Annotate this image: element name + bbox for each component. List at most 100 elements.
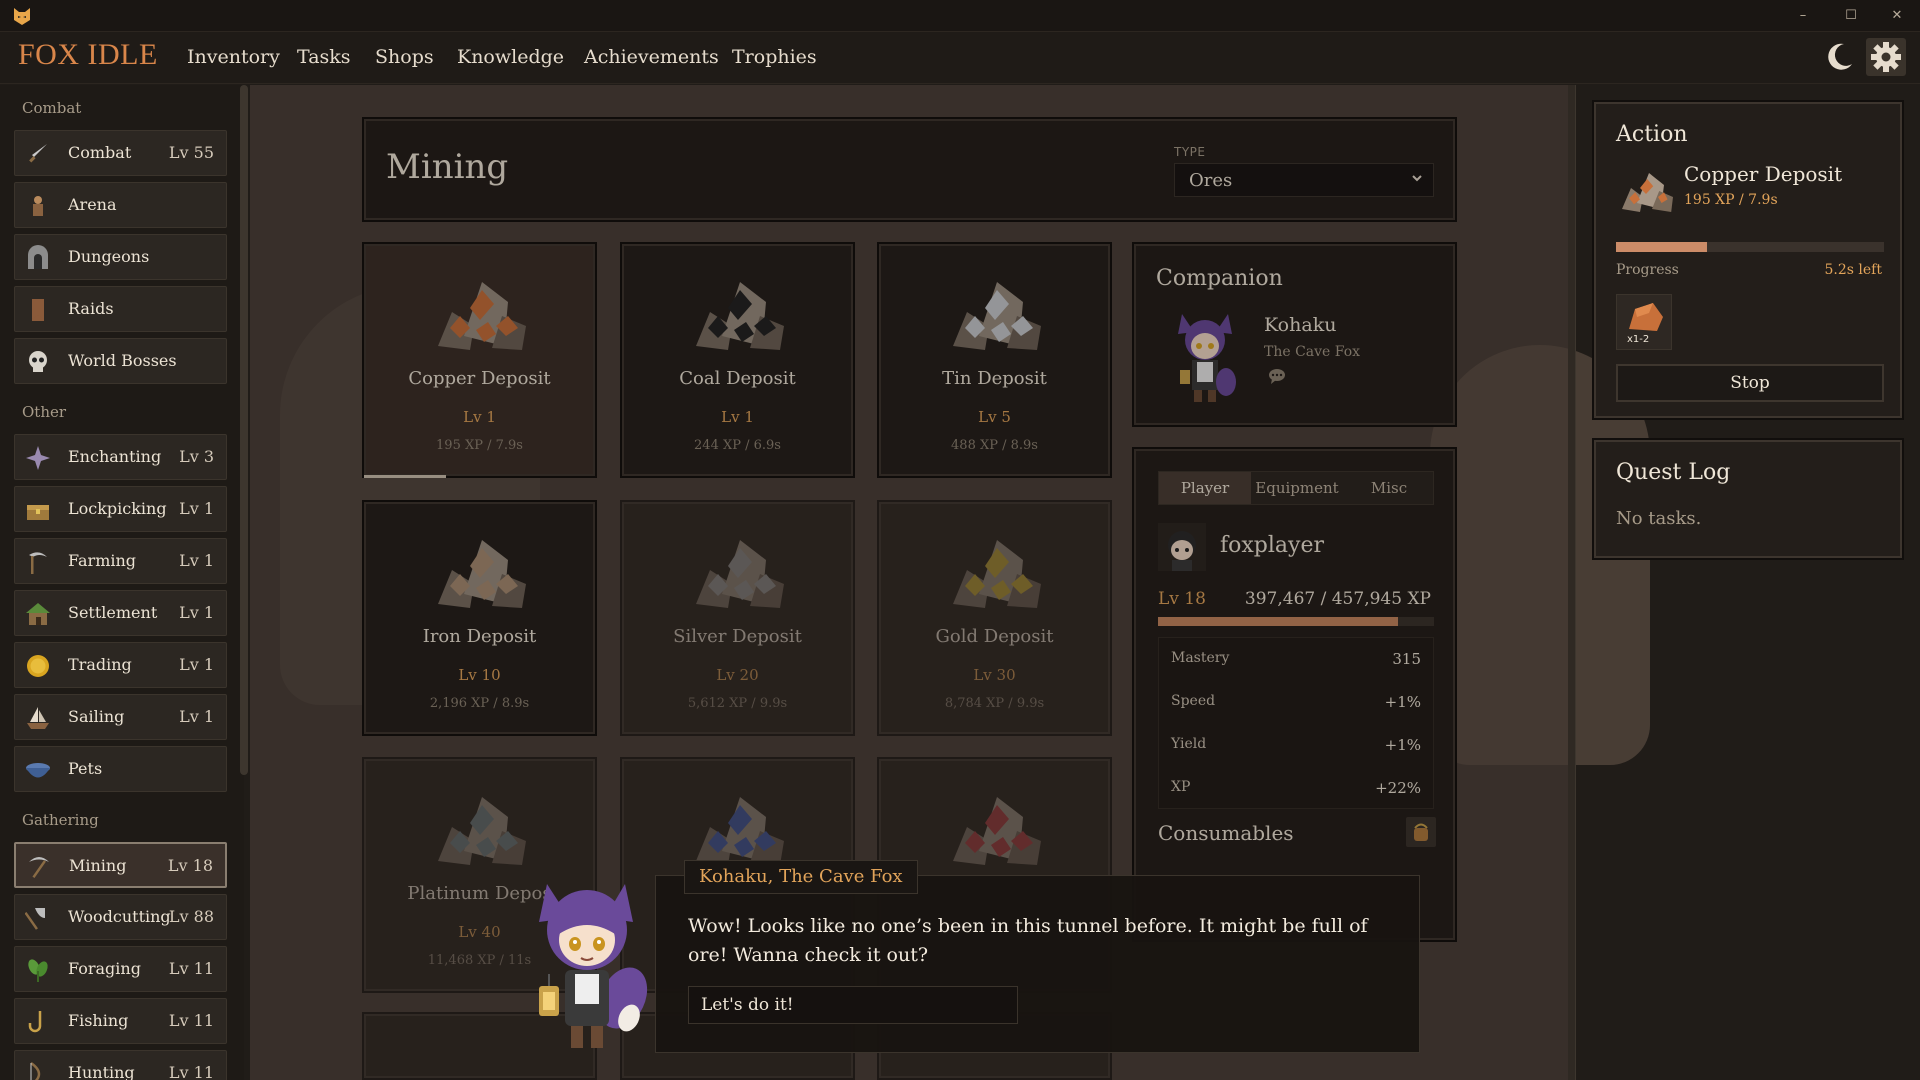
skull-icon — [29, 351, 47, 372]
minimize-button[interactable]: – — [1786, 4, 1820, 28]
sidebar-item-arena[interactable]: Arena — [14, 182, 227, 228]
dialog-box: Wow! Looks like no one’s been in this tu… — [655, 875, 1420, 1053]
sidebar-item-label: Hunting — [68, 1063, 135, 1080]
sidebar-item-foraging[interactable]: Foraging Lv 11 — [14, 946, 227, 992]
sidebar-item-level: Lv 11 — [168, 1063, 214, 1080]
app-logo[interactable]: FOX IDLE — [18, 38, 158, 72]
action-panel: Action Copper Deposit 195 XP / 7.9s Prog… — [1592, 100, 1904, 420]
sidebar-item-level: Lv 1 — [179, 551, 214, 570]
nav-inventory[interactable]: Inventory — [187, 46, 280, 68]
sidebar-item-level: Lv 88 — [168, 907, 214, 926]
scythe-icon — [29, 552, 47, 574]
sidebar-item-world-bosses[interactable]: World Bosses — [14, 338, 227, 384]
sidebar-item-label: Foraging — [68, 959, 141, 978]
dialog-confirm-button[interactable]: Let's do it! — [688, 986, 1018, 1024]
sidebar-item-label: Settlement — [68, 603, 158, 622]
sidebar-item-label: Fishing — [68, 1011, 129, 1030]
sword-icon — [29, 144, 47, 163]
sidebar-item-label: Sailing — [68, 707, 125, 726]
sidebar-item-label: Pets — [68, 759, 103, 778]
action-name: Copper Deposit — [1684, 162, 1843, 186]
chest-icon — [27, 505, 49, 520]
sidebar-item-level: Lv 3 — [179, 447, 214, 466]
sidebar-item-sailing[interactable]: Sailing Lv 1 — [14, 694, 227, 740]
copper-ore-icon — [1622, 173, 1673, 212]
sidebar-item-label: Lockpicking — [68, 499, 167, 518]
nav-achievements[interactable]: Achievements — [584, 46, 719, 68]
moon-icon[interactable] — [1822, 40, 1856, 74]
sidebar-section-combat: Combat — [22, 99, 82, 117]
sidebar-item-level: Lv 11 — [168, 959, 214, 978]
dialog-speaker: Kohaku, The Cave Fox — [684, 860, 918, 894]
hook-icon — [28, 1011, 42, 1033]
pet-bowl-icon — [26, 763, 50, 778]
sidebar-item-pets[interactable]: Pets — [14, 746, 227, 792]
sidebar-item-farming[interactable]: Farming Lv 1 — [14, 538, 227, 584]
drop-quantity: x1-2 — [1627, 334, 1650, 345]
sidebar-item-level: Lv 18 — [167, 856, 213, 875]
top-navigation: FOX IDLE Inventory Tasks Shops Knowledge… — [0, 32, 1920, 84]
sidebar-item-settlement[interactable]: Settlement Lv 1 — [14, 590, 227, 636]
gear-icon — [1871, 42, 1901, 72]
sidebar-item-fishing[interactable]: Fishing Lv 11 — [14, 998, 227, 1044]
enchant-icon — [26, 446, 50, 470]
fox-app-icon — [14, 8, 30, 25]
coin-icon — [27, 655, 49, 677]
sidebar-item-level: Lv 1 — [179, 603, 214, 622]
sidebar-item-level: Lv 1 — [179, 707, 214, 726]
arena-icon — [33, 196, 43, 216]
sidebar-item-trading[interactable]: Trading Lv 1 — [14, 642, 227, 688]
quest-log-panel: Quest Log No tasks. — [1592, 438, 1904, 560]
nav-tasks[interactable]: Tasks — [297, 46, 351, 68]
settings-button[interactable] — [1866, 38, 1906, 76]
quest-log-title: Quest Log — [1616, 460, 1731, 485]
sidebar-item-label: Woodcutting — [68, 907, 171, 926]
nav-knowledge[interactable]: Knowledge — [457, 46, 564, 68]
sidebar-item-label: Farming — [68, 551, 137, 570]
sidebar-item-hunting[interactable]: Hunting Lv 11 — [14, 1050, 227, 1080]
action-progress-fill — [1616, 242, 1708, 252]
sidebar-section-other: Other — [22, 403, 67, 421]
close-window-button[interactable]: ✕ — [1880, 4, 1914, 28]
sidebar-item-label: Trading — [68, 655, 132, 674]
sidebar-item-level: Lv 55 — [168, 143, 214, 162]
sidebar-item-dungeons[interactable]: Dungeons — [14, 234, 227, 280]
sidebar-item-label: World Bosses — [68, 351, 177, 370]
raid-banner-icon — [32, 299, 44, 321]
herb-icon — [28, 959, 48, 982]
ship-icon — [27, 707, 49, 729]
stop-button[interactable]: Stop — [1616, 364, 1884, 402]
action-title: Action — [1616, 122, 1688, 147]
dungeon-icon — [28, 245, 48, 269]
sidebar-item-label: Mining — [69, 856, 127, 875]
sidebar-item-lockpicking[interactable]: Lockpicking Lv 1 — [14, 486, 227, 532]
drop-item-slot[interactable]: x1-2 — [1616, 294, 1672, 350]
progress-time-left: 5.2s left — [1824, 262, 1882, 278]
sidebar-item-level: Lv 11 — [168, 1011, 214, 1030]
window-titlebar: – ☐ ✕ — [0, 0, 1920, 32]
maximize-button[interactable]: ☐ — [1834, 4, 1868, 28]
sidebar-item-mining[interactable]: Mining Lv 18 — [14, 842, 227, 888]
dialog-text: Wow! Looks like no one’s been in this tu… — [688, 915, 1368, 966]
nav-shops[interactable]: Shops — [375, 46, 434, 68]
sidebar-item-label: Raids — [68, 299, 114, 318]
sidebar-item-level: Lv 1 — [179, 499, 214, 518]
sidebar: Combat Combat Lv 55 Arena Dungeons Raids… — [0, 85, 244, 1080]
sidebar-item-label: Dungeons — [68, 247, 150, 266]
action-xp: 195 XP / 7.9s — [1684, 192, 1778, 208]
sidebar-item-woodcutting[interactable]: Woodcutting Lv 88 — [14, 894, 227, 940]
sidebar-scrollbar[interactable] — [240, 85, 248, 775]
pickaxe-icon — [29, 857, 49, 879]
sidebar-item-label: Arena — [68, 195, 117, 214]
companion-chibi-art — [539, 884, 648, 1048]
sidebar-item-label: Combat — [68, 143, 132, 162]
sidebar-item-enchanting[interactable]: Enchanting Lv 3 — [14, 434, 227, 480]
sidebar-item-label: Enchanting — [68, 447, 162, 466]
sidebar-section-gathering: Gathering — [22, 811, 99, 829]
nav-trophies[interactable]: Trophies — [732, 46, 817, 68]
action-progress-bar — [1616, 242, 1884, 252]
copper-ore-drop-icon — [1629, 303, 1663, 331]
sidebar-item-level: Lv 1 — [179, 655, 214, 674]
sidebar-item-combat[interactable]: Combat Lv 55 — [14, 130, 227, 176]
sidebar-item-raids[interactable]: Raids — [14, 286, 227, 332]
